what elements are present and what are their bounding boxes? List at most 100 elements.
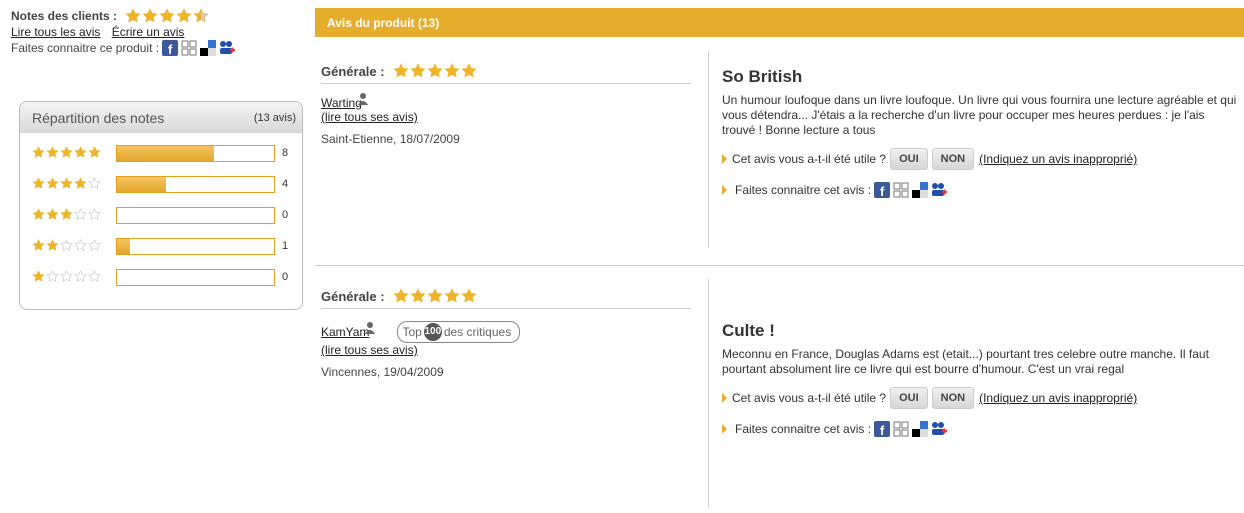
general-rating: Générale : [321,63,691,84]
review-rating-stars [393,63,477,79]
share-review-row: Faites connaitre cet avis : f [722,421,1237,438]
delicious-icon[interactable] [912,182,929,198]
arrow-right-icon [722,185,727,195]
review-author-link[interactable]: KamYam [321,325,369,339]
share-icon[interactable] [893,182,909,198]
star-icon [60,146,73,159]
report-review-link[interactable]: (Indiquez un avis inapproprié) [979,152,1137,166]
distribution-stars [32,177,101,190]
general-rating-label: Générale : [321,63,385,79]
report-review-link[interactable]: (Indiquez un avis inapproprié) [979,391,1137,405]
review-meta: Générale : KamYam Top 100 des critiques … [321,288,691,379]
delicious-icon[interactable] [200,40,217,56]
top-badge-suffix: des critiques [443,325,512,339]
distribution-count: 8 [282,147,289,159]
svg-text:f: f [880,423,885,437]
star-icon [410,63,426,79]
share-icon[interactable] [893,421,909,437]
distribution-count: 4 [282,178,289,190]
read-author-reviews-link[interactable]: (lire tous ses avis) [321,343,691,357]
top-badge-number: 100 [423,323,442,341]
myspace-icon[interactable] [931,182,948,198]
customer-ratings-header: Notes des clients : [11,8,301,24]
review-usefulness: Cet avis vous a-t-il été utile ? OUI NON… [722,148,1237,170]
star-icon [60,208,73,221]
review-rating-stars [393,288,477,304]
star-icon [46,270,59,283]
rating-distribution-row[interactable] [32,146,101,159]
usefulness-question: Cet avis vous a-t-il été utile ? [732,152,887,166]
star-icon [461,63,477,79]
star-icon [142,8,158,24]
review-location-date: Vincennes, 19/04/2009 [321,365,444,379]
share-review-row: Faites connaitre cet avis : f [722,182,1237,199]
usefulness-question: Cet avis vous a-t-il été utile ? [732,391,887,405]
star-icon [74,270,87,283]
review-meta: Générale : Warting (lire tous ses avis) … [321,63,691,146]
rating-distribution-row[interactable] [32,270,101,283]
star-icon [46,208,59,221]
distribution-stars [32,208,101,221]
star-icon [32,270,45,283]
no-button[interactable]: NON [931,387,975,409]
review-body: Un humour loufoque dans un livre loufoqu… [722,93,1237,137]
distribution-stars [32,270,101,283]
top-reviewer-badge[interactable]: Top 100 des critiques [397,321,521,343]
no-button[interactable]: NON [931,148,975,170]
star-icon [88,270,101,283]
share-product-row: Faites connaitre ce produit : f [11,40,301,57]
distribution-bar-fill [117,177,166,192]
product-reviews-banner: Avis du produit (13) [315,8,1244,37]
star-icon [410,288,426,304]
star-icon [176,8,192,24]
review-content: Culte ! Meconnu en France, Douglas Adams… [722,321,1237,438]
customer-ratings-label: Notes des clients : [11,9,118,23]
rating-distribution-box: Répartition des notes (13 avis) 8 4 0 1 0 [19,101,303,310]
myspace-icon[interactable] [219,40,236,56]
star-icon [193,8,209,24]
read-all-reviews-link[interactable]: Lire tous les avis [11,25,100,39]
review-title: So British [722,67,803,86]
star-icon [393,288,409,304]
customer-ratings-summary: Notes des clients : Lire tous les avis É… [11,8,301,57]
distribution-bar [116,176,275,193]
review-title: Culte ! [722,321,775,340]
star-icon [32,208,45,221]
rating-distribution-header: Répartition des notes (13 avis) [20,102,302,133]
read-author-reviews-link[interactable]: (lire tous ses avis) [321,110,691,124]
star-icon [74,239,87,252]
star-icon [74,208,87,221]
star-icon [461,288,477,304]
distribution-bar-fill [117,239,130,254]
delicious-icon[interactable] [912,421,929,437]
star-icon [60,177,73,190]
star-icon [46,146,59,159]
yes-button[interactable]: OUI [890,148,928,170]
facebook-icon[interactable]: f [162,40,179,57]
star-icon [88,177,101,190]
distribution-bar [116,207,275,224]
review-usefulness: Cet avis vous a-t-il été utile ? OUI NON… [722,387,1237,409]
star-icon [444,63,460,79]
star-icon [32,146,45,159]
star-icon [74,146,87,159]
rating-distribution-row[interactable] [32,239,101,252]
svg-text:f: f [880,184,885,198]
facebook-icon[interactable]: f [874,182,891,199]
rating-distribution-row[interactable] [32,208,101,221]
review-location-date: Saint-Etienne, 18/07/2009 [321,132,460,146]
facebook-icon[interactable]: f [874,421,891,438]
myspace-icon[interactable] [931,421,948,437]
share-icon[interactable] [181,40,197,56]
write-review-link[interactable]: Écrire un avis [112,25,185,39]
star-icon [444,288,460,304]
rating-distribution-row[interactable] [32,177,101,190]
star-icon [88,239,101,252]
star-icon [46,177,59,190]
yes-button[interactable]: OUI [890,387,928,409]
arrow-right-icon [722,393,727,403]
rating-distribution-title: Répartition des notes [32,109,165,126]
star-icon [74,177,87,190]
distribution-bar [116,145,275,162]
review-author-link[interactable]: Warting [321,96,362,110]
